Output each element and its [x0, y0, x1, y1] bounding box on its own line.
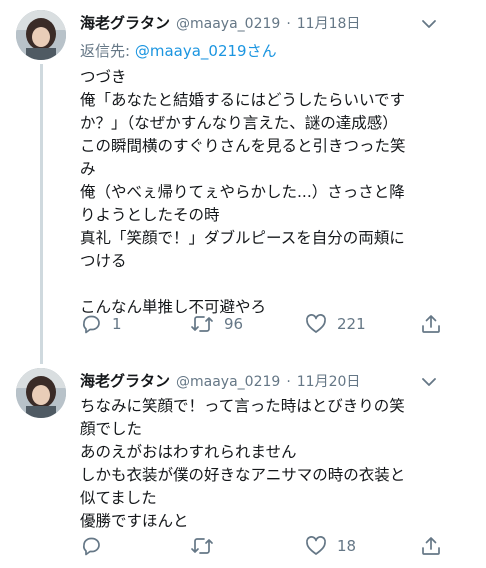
tweet-text-line: この瞬間横のすぐりさんを見ると引きつった笑 [80, 137, 406, 155]
retweet-icon [191, 538, 213, 554]
tweet-text-line: りようとしたその時 [80, 206, 220, 224]
tweet-text-line: あのえがおはわすれられません [80, 443, 297, 461]
display-name[interactable]: 海老グラタン [80, 370, 170, 391]
avatar[interactable] [16, 368, 66, 418]
separator: · [286, 16, 291, 32]
reply-handle-link[interactable]: @maaya_0219 [135, 42, 247, 60]
tweet-text-line: しかも衣装が僕の好きなアニサマの時の衣装と [80, 466, 406, 484]
tweet-header: 海老グラタン @maaya_0219 · 11月18日 [80, 12, 360, 34]
retweet-icon [191, 316, 213, 332]
tweet-actions: 1 96 221 [80, 311, 450, 337]
reply-context: 返信先: @maaya_0219さん [80, 40, 277, 61]
tweet-text-line: つづき [80, 68, 127, 86]
reply-suffix: さん [246, 42, 277, 60]
thread-line [40, 64, 43, 364]
user-handle[interactable]: @maaya_0219 [176, 16, 280, 32]
reply-button[interactable]: 1 [80, 311, 122, 337]
share-button[interactable] [420, 311, 442, 337]
tweet[interactable]: 海老グラタン @maaya_0219 · 11月20日 ちなみに笑顔で！って言っ… [0, 352, 486, 568]
like-count: 18 [337, 537, 357, 555]
tweet-date[interactable]: 11月20日 [297, 371, 361, 391]
tweet-text-line: ちなみに笑顔で！って言った時はとびきりの笑 [80, 397, 405, 415]
tweet-text-line: み [80, 160, 96, 178]
separator: · [286, 374, 291, 390]
share-button[interactable] [420, 533, 442, 559]
share-icon [422, 315, 440, 333]
like-button[interactable]: 221 [305, 311, 366, 337]
tweet[interactable]: 海老グラタン @maaya_0219 · 11月18日 返信先: @maaya_… [0, 0, 486, 364]
like-icon [306, 314, 326, 333]
like-button[interactable]: 18 [305, 533, 356, 559]
tweet-text-line: 優勝ですほんと [80, 512, 189, 530]
retweet-count: 96 [224, 315, 244, 333]
reply-icon [83, 537, 100, 556]
share-icon [422, 537, 440, 555]
reply-count: 1 [112, 315, 122, 333]
tweet-header: 海老グラタン @maaya_0219 · 11月20日 [80, 370, 360, 392]
tweet-date[interactable]: 11月18日 [297, 13, 361, 33]
retweet-button[interactable] [190, 533, 224, 559]
reply-icon [83, 315, 100, 334]
tweet-actions: 18 [80, 533, 450, 559]
reply-prefix: 返信先: [80, 42, 131, 60]
like-count: 221 [337, 315, 366, 333]
tweet-text: つづき 俺「あなたと結婚するにはどうしたらいいです か？」（なぜかすんなり言えた… [80, 66, 460, 319]
tweet-text-line [80, 273, 460, 296]
tweet-text-line: 俺「あなたと結婚するにはどうしたらいいです [80, 91, 406, 109]
avatar[interactable] [16, 10, 66, 60]
tweet-text: ちなみに笑顔で！って言った時はとびきりの笑 顔でした あのえがおはわすれられませ… [80, 395, 460, 533]
caret-down-icon[interactable] [420, 15, 438, 33]
retweet-button[interactable]: 96 [190, 311, 243, 337]
caret-down-icon[interactable] [420, 373, 438, 391]
tweet-text-line: 顔でした [80, 420, 143, 438]
reply-button[interactable] [80, 533, 112, 559]
tweet-text-line: 似てました [80, 489, 157, 507]
user-handle[interactable]: @maaya_0219 [176, 374, 280, 390]
tweet-text-line: つける [80, 252, 127, 270]
display-name[interactable]: 海老グラタン [80, 12, 170, 33]
like-icon [306, 536, 326, 555]
tweet-text-line: 俺（やべぇ帰りてぇやらかした...）さっさと降 [80, 183, 405, 201]
tweet-text-line: 真礼「笑顔で！」ダブルピースを自分の両頬に [80, 229, 405, 247]
tweet-text-line: か？」（なぜかすんなり言えた、謎の達成感） [80, 114, 398, 132]
